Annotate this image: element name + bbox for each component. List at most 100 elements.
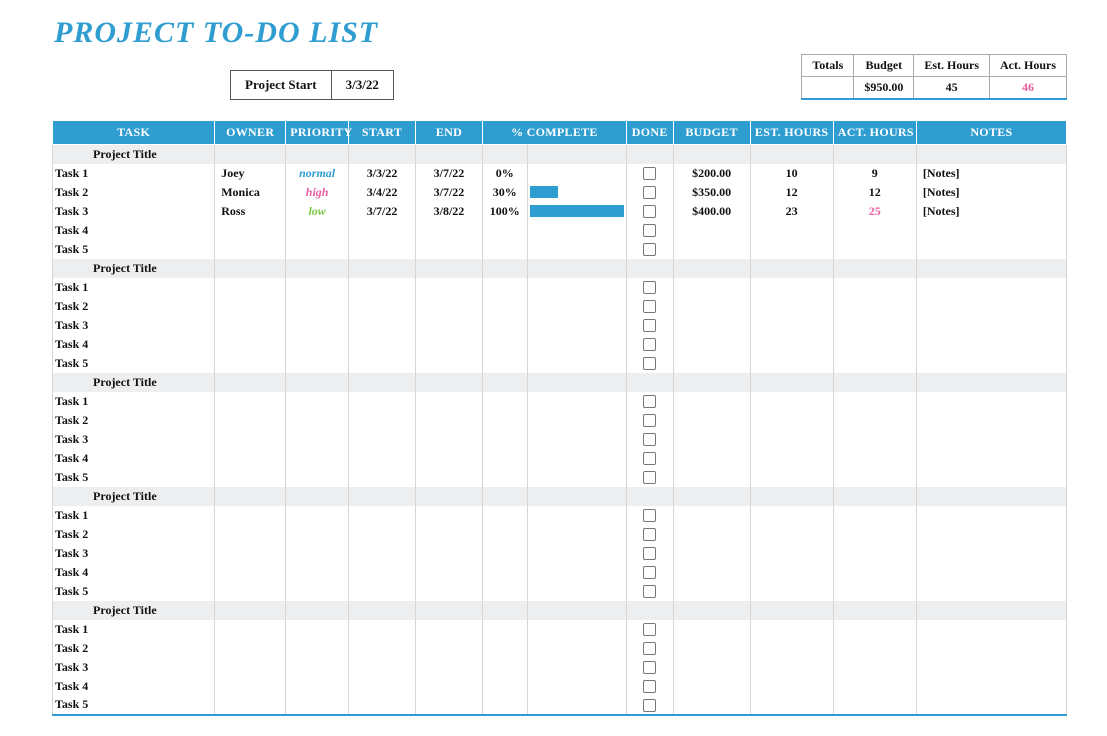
act-cell[interactable]: 9 [833,164,916,183]
est-cell[interactable] [750,392,833,411]
start-cell[interactable]: 3/3/22 [349,164,416,183]
notes-cell[interactable] [916,639,1066,658]
priority-cell[interactable] [286,582,349,601]
est-cell[interactable]: 12 [750,183,833,202]
budget-cell[interactable] [673,335,750,354]
est-cell[interactable] [750,582,833,601]
task-name[interactable]: Task 3 [53,202,215,221]
end-cell[interactable] [415,411,482,430]
budget-cell[interactable] [673,544,750,563]
owner-cell[interactable] [215,411,286,430]
task-name[interactable]: Task 4 [53,221,215,240]
est-cell[interactable] [750,696,833,715]
budget-cell[interactable] [673,430,750,449]
budget-cell[interactable] [673,297,750,316]
notes-cell[interactable] [916,582,1066,601]
owner-cell[interactable]: Monica [215,183,286,202]
pct-cell[interactable] [482,544,527,563]
section-title[interactable]: Project Title [53,487,215,506]
start-cell[interactable] [349,620,416,639]
notes-cell[interactable] [916,278,1066,297]
notes-cell[interactable] [916,506,1066,525]
task-name[interactable]: Task 5 [53,696,215,715]
act-cell[interactable] [833,639,916,658]
task-name[interactable]: Task 2 [53,639,215,658]
priority-cell[interactable] [286,430,349,449]
priority-cell[interactable]: low [286,202,349,221]
start-cell[interactable]: 3/4/22 [349,183,416,202]
start-cell[interactable] [349,658,416,677]
priority-cell[interactable] [286,335,349,354]
priority-cell[interactable] [286,544,349,563]
start-cell[interactable] [349,696,416,715]
act-cell[interactable] [833,297,916,316]
pct-cell[interactable] [482,297,527,316]
priority-cell[interactable] [286,240,349,259]
done-checkbox[interactable] [643,243,656,256]
start-cell[interactable] [349,240,416,259]
done-checkbox[interactable] [643,642,656,655]
done-checkbox[interactable] [643,661,656,674]
done-checkbox[interactable] [643,452,656,465]
task-name[interactable]: Task 4 [53,677,215,696]
priority-cell[interactable]: high [286,183,349,202]
pct-cell[interactable] [482,696,527,715]
est-cell[interactable] [750,297,833,316]
budget-cell[interactable] [673,240,750,259]
notes-cell[interactable] [916,620,1066,639]
task-name[interactable]: Task 5 [53,468,215,487]
est-cell[interactable] [750,316,833,335]
pct-cell[interactable] [482,221,527,240]
task-name[interactable]: Task 5 [53,354,215,373]
pct-cell[interactable] [482,506,527,525]
start-cell[interactable] [349,468,416,487]
act-cell[interactable] [833,335,916,354]
start-cell[interactable]: 3/7/22 [349,202,416,221]
done-checkbox[interactable] [643,471,656,484]
act-cell[interactable] [833,240,916,259]
end-cell[interactable] [415,677,482,696]
pct-cell[interactable]: 30% [482,183,527,202]
act-cell[interactable] [833,525,916,544]
priority-cell[interactable] [286,525,349,544]
est-cell[interactable] [750,506,833,525]
start-cell[interactable] [349,544,416,563]
task-name[interactable]: Task 2 [53,297,215,316]
section-title[interactable]: Project Title [53,259,215,278]
start-cell[interactable] [349,449,416,468]
done-checkbox[interactable] [643,167,656,180]
budget-cell[interactable] [673,278,750,297]
task-name[interactable]: Task 1 [53,620,215,639]
task-name[interactable]: Task 3 [53,544,215,563]
start-cell[interactable] [349,506,416,525]
notes-cell[interactable] [916,392,1066,411]
act-cell[interactable] [833,411,916,430]
owner-cell[interactable] [215,316,286,335]
task-name[interactable]: Task 4 [53,449,215,468]
est-cell[interactable] [750,335,833,354]
notes-cell[interactable] [916,677,1066,696]
pct-cell[interactable] [482,335,527,354]
act-cell[interactable] [833,544,916,563]
done-checkbox[interactable] [643,224,656,237]
act-cell[interactable] [833,506,916,525]
start-cell[interactable] [349,411,416,430]
section-title[interactable]: Project Title [53,601,215,620]
pct-cell[interactable] [482,411,527,430]
task-name[interactable]: Task 2 [53,525,215,544]
est-cell[interactable] [750,525,833,544]
notes-cell[interactable]: [Notes] [916,202,1066,221]
start-cell[interactable] [349,563,416,582]
act-cell[interactable] [833,563,916,582]
act-cell[interactable] [833,430,916,449]
owner-cell[interactable] [215,639,286,658]
priority-cell[interactable] [286,278,349,297]
owner-cell[interactable]: Joey [215,164,286,183]
owner-cell[interactable] [215,221,286,240]
notes-cell[interactable]: [Notes] [916,183,1066,202]
end-cell[interactable] [415,544,482,563]
owner-cell[interactable] [215,525,286,544]
pct-cell[interactable]: 100% [482,202,527,221]
budget-cell[interactable] [673,582,750,601]
pct-cell[interactable] [482,639,527,658]
